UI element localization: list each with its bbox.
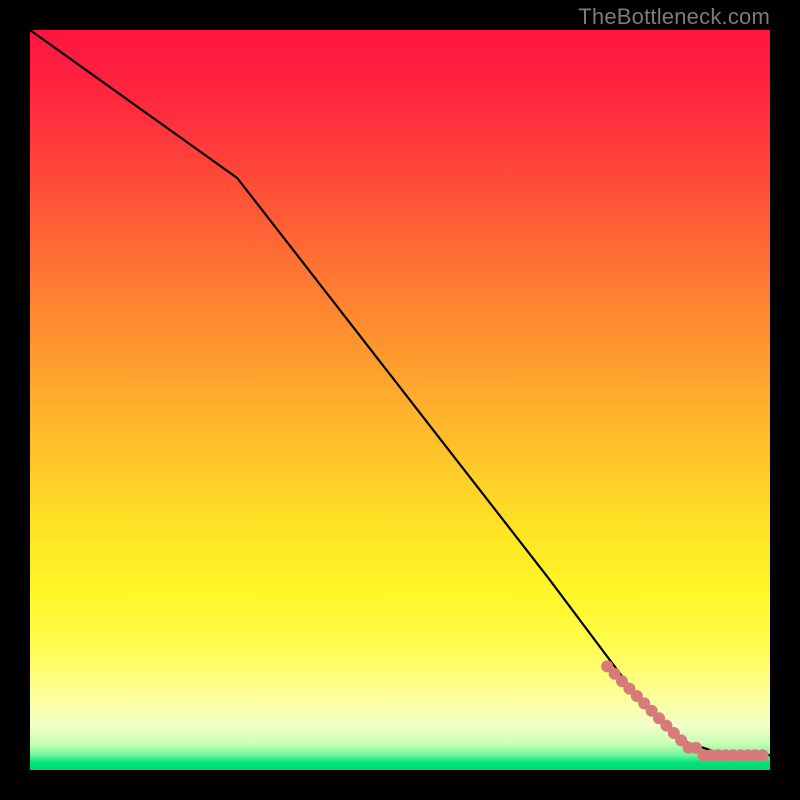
scatter-point (757, 749, 769, 761)
scatter-points-tail (601, 660, 768, 761)
chart-frame: TheBottleneck.com (0, 0, 800, 800)
curve-line (30, 30, 770, 755)
chart-overlay-svg (30, 30, 770, 770)
chart-plot-area (30, 30, 770, 770)
watermark-label: TheBottleneck.com (578, 4, 770, 30)
